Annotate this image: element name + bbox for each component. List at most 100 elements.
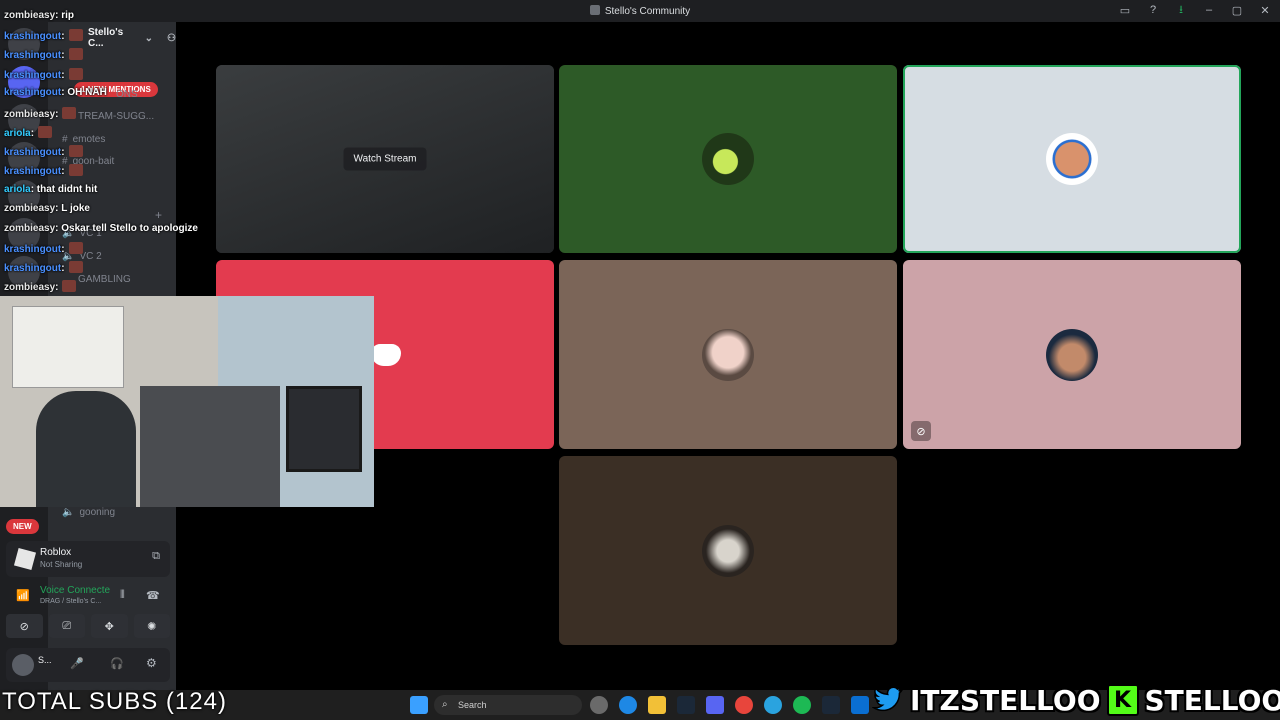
voice-status[interactable]: Voice Connecte <box>40 585 110 596</box>
video-tile[interactable] <box>559 456 897 645</box>
chat-text: : <box>61 70 65 81</box>
emote-icon <box>68 242 83 254</box>
new-badge[interactable]: NEW <box>6 519 39 534</box>
headphones-icon[interactable]: 🎧 <box>110 657 124 670</box>
steam-icon[interactable] <box>822 696 840 714</box>
chat-message: krashingout: <box>4 145 83 158</box>
download-icon[interactable]: ⭳ <box>1174 3 1188 17</box>
video-off-icon[interactable]: ⊘ <box>6 614 43 638</box>
chat-text: : that didnt hit <box>30 184 98 195</box>
voice-channel[interactable]: DRAG / Stello's C... <box>40 598 101 605</box>
chat-message: zombieasy: <box>4 280 77 293</box>
chat-text: : <box>61 244 65 255</box>
chat-username: ariola <box>4 184 31 195</box>
emote-icon <box>38 126 53 138</box>
voice-panel: 📶 Voice Connecte DRAG / Stello's C... ⦀ … <box>6 582 170 612</box>
emote-icon <box>68 145 83 157</box>
steam-icon[interactable] <box>677 696 695 714</box>
inbox-icon[interactable]: ▭ <box>1118 3 1132 17</box>
video-tile[interactable]: ⊘ <box>903 260 1241 449</box>
twitter-icon <box>872 686 904 714</box>
video-tile[interactable] <box>559 260 897 449</box>
webcam-bed <box>140 386 280 507</box>
channel-item[interactable]: TREAM-SUGG... <box>78 111 154 122</box>
add-member-icon[interactable]: ⚇ <box>167 33 176 44</box>
share-screen-icon[interactable]: ⧉ <box>152 550 160 563</box>
chat-text: : OH NAH <box>61 87 107 98</box>
add-channel-icon[interactable]: + <box>155 208 162 222</box>
user-name[interactable]: S... <box>38 655 52 665</box>
emote-icon <box>62 107 77 119</box>
help-icon[interactable]: ? <box>1146 3 1160 17</box>
chrome-icon[interactable] <box>735 696 753 714</box>
taskbar-search[interactable]: ⌕ Search <box>434 695 582 715</box>
microphone-icon[interactable]: 🎤 <box>70 657 84 670</box>
channel-category[interactable]: ONS <box>116 89 138 100</box>
chat-message: krashingout: <box>4 242 83 255</box>
chat-username: krashingout <box>4 166 62 177</box>
stream-tile[interactable]: Watch Stream <box>216 65 554 253</box>
channel-label: TREAM-SUGG... <box>78 111 155 122</box>
webcam-banner <box>12 306 124 388</box>
channel-item[interactable]: 🔈 gooning <box>62 507 115 518</box>
chat-username: krashingout <box>4 31 62 42</box>
signal-icon[interactable]: 📶 <box>16 589 30 602</box>
gear-icon[interactable]: ⚙ <box>146 656 157 670</box>
app-icon[interactable] <box>851 696 869 714</box>
chat-text: : Oskar tell Stello to apologize <box>55 223 198 234</box>
server-icon <box>589 5 600 15</box>
spotify-icon[interactable] <box>793 696 811 714</box>
emote-icon <box>68 68 83 80</box>
noise-suppression-icon[interactable]: ⦀ <box>120 589 125 602</box>
roblox-icon <box>13 547 37 571</box>
emote-icon <box>68 29 83 41</box>
total-subs-counter: TOTAL SUBS (124) <box>2 688 227 715</box>
maximize-icon[interactable]: ▢ <box>1230 3 1244 17</box>
avatar[interactable] <box>12 654 34 676</box>
close-icon[interactable]: ✕ <box>1258 3 1272 17</box>
chat-username: zombieasy <box>4 109 56 120</box>
chat-text: : <box>61 166 65 177</box>
server-name: Stello's C... <box>88 27 124 49</box>
minimize-icon[interactable]: – <box>1202 3 1216 17</box>
chat-message: krashingout: OH NAH <box>4 87 107 98</box>
channel-label: emotes <box>72 134 106 145</box>
windows-start-icon[interactable] <box>410 696 428 714</box>
chat-text: : L joke <box>55 203 90 214</box>
soundboard-icon[interactable]: ✺ <box>133 614 170 638</box>
window-title: Stello's Community <box>0 5 1280 17</box>
chat-text: : <box>61 31 65 42</box>
webcam-overlay <box>0 296 374 507</box>
hash-icon: # <box>62 134 68 145</box>
emote-icon <box>68 164 83 176</box>
chat-message: krashingout: <box>4 164 83 177</box>
window-title-text: Stello's Community <box>604 6 691 17</box>
chat-message: krashingout: <box>4 261 83 274</box>
channel-label: ONS <box>116 89 138 100</box>
disconnect-icon[interactable]: ☎ <box>146 589 160 602</box>
file-explorer-icon[interactable] <box>648 696 666 714</box>
chat-username: zombieasy <box>4 282 56 293</box>
watch-stream-button[interactable]: Watch Stream <box>343 147 427 171</box>
channel-item[interactable]: # emotes <box>62 134 105 145</box>
chevron-down-icon: ⌄ <box>144 32 154 44</box>
search-placeholder: Search <box>458 700 487 710</box>
chat-message: zombieasy: Oskar tell Stello to apologiz… <box>4 223 198 234</box>
webcam-monitor <box>286 386 362 472</box>
screen-share-icon[interactable]: ⎚ <box>48 614 85 638</box>
kick-icon: K <box>1106 684 1139 716</box>
telegram-icon[interactable] <box>764 696 782 714</box>
chat-text: : <box>61 147 65 158</box>
video-tile-speaking[interactable] <box>903 65 1241 253</box>
chat-username: krashingout <box>4 70 62 81</box>
activities-icon[interactable]: ✥ <box>91 614 128 638</box>
edge-icon[interactable] <box>619 696 637 714</box>
activity-panel: Roblox Not Sharing ⧉ <box>6 541 170 577</box>
app-icon[interactable] <box>590 696 608 714</box>
discord-icon[interactable] <box>706 696 724 714</box>
emote-icon <box>68 261 83 273</box>
chat-text: : <box>55 109 59 120</box>
kick-handle: STELLOOO <box>1144 683 1280 717</box>
video-tile[interactable] <box>559 65 897 253</box>
channel-category[interactable]: GAMBLING <box>78 274 131 285</box>
